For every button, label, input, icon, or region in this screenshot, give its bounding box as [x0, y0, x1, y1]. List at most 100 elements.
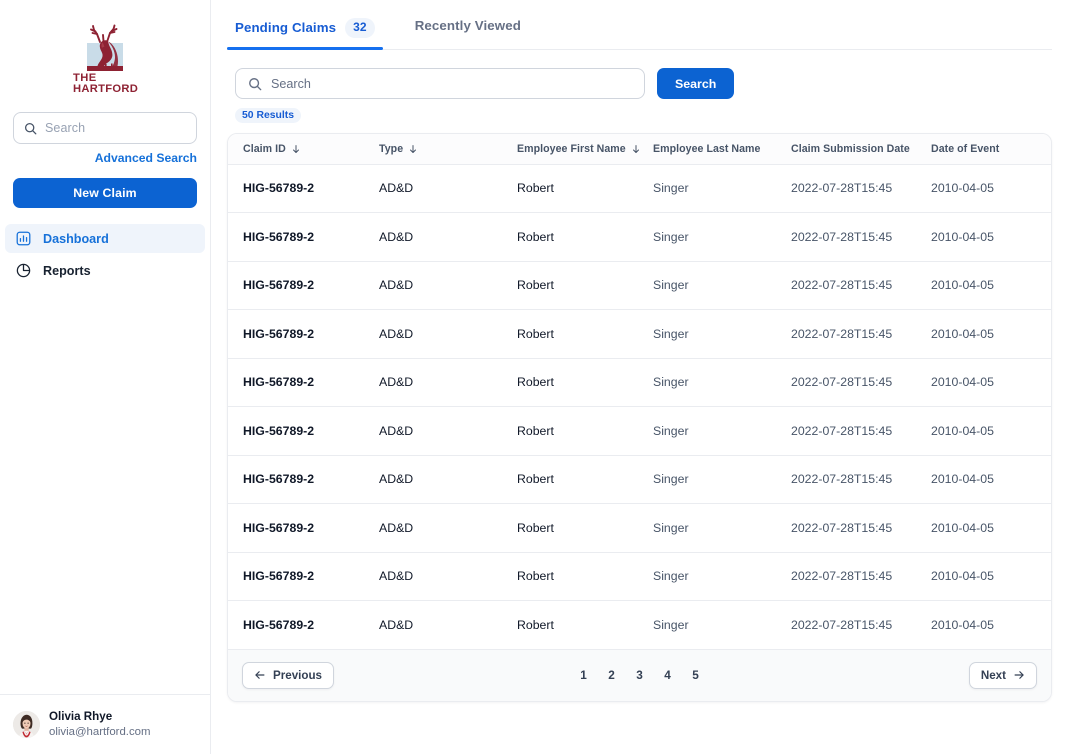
next-page-label: Next [980, 668, 1006, 682]
cell-claim-submission-date: 2022-07-28T15:45 [776, 212, 916, 262]
main-content: Pending Claims 32 Recently Viewed Search… [211, 0, 1077, 754]
cell-employee-first-name: Robert [502, 406, 638, 456]
cell-employee-last-name: Singer [638, 600, 776, 650]
cell-date-of-event: 2010-04-05 [916, 309, 1051, 359]
cell-claim-id: HIG-56789-2 [228, 261, 364, 310]
search-row: Search Search [227, 50, 1052, 99]
search-button[interactable]: Search [657, 68, 735, 99]
table-row[interactable]: HIG-56789-2 AD&D Robert Singer 2022-07-28T15… [228, 455, 1051, 504]
cell-type: AD&D [364, 164, 502, 213]
claims-table: Claim ID Type Employee First Name Employ… [228, 134, 1051, 650]
cell-employee-first-name: Robert [502, 261, 638, 310]
cell-employee-last-name: Singer [638, 503, 776, 553]
tab-recently-viewed[interactable]: Recently Viewed [407, 18, 529, 44]
table-row[interactable]: HIG-56789-2 AD&D Robert Singer 2022-07-28T15… [228, 261, 1051, 310]
cell-claim-id: HIG-56789-2 [228, 164, 364, 213]
table-row[interactable]: HIG-56789-2 AD&D Robert Singer 2022-07-28T15… [228, 212, 1051, 262]
cell-date-of-event: 2010-04-05 [916, 358, 1051, 407]
user-profile[interactable]: Olivia Rhye olivia@hartford.com [0, 693, 210, 754]
cell-type: AD&D [364, 261, 502, 310]
tab-bar: Pending Claims 32 Recently Viewed [227, 18, 1052, 50]
cell-claim-id: HIG-56789-2 [228, 503, 364, 553]
sort-arrow-down-icon[interactable] [631, 144, 641, 154]
bar-chart-icon [14, 230, 32, 248]
column-header-claim-submission-date[interactable]: Claim Submission Date [776, 134, 916, 165]
column-header-employee-last-name[interactable]: Employee Last Name [638, 134, 776, 165]
page-number-5[interactable]: 5 [688, 668, 703, 682]
column-header-date-of-event[interactable]: Date of Event [916, 134, 1051, 165]
sidebar-nav: Dashboard Reports [0, 224, 210, 285]
cell-employee-last-name: Singer [638, 552, 776, 601]
brand-logo: THE HARTFORD [0, 0, 210, 104]
table-row[interactable]: HIG-56789-2 AD&D Robert Singer 2022-07-28T15… [228, 600, 1051, 650]
cell-type: AD&D [364, 552, 502, 601]
cell-claim-id: HIG-56789-2 [228, 212, 364, 262]
cell-date-of-event: 2010-04-05 [916, 552, 1051, 601]
table-header: Claim ID Type Employee First Name Employ… [228, 134, 1051, 165]
cell-employee-first-name: Robert [502, 309, 638, 359]
column-header-claim-id[interactable]: Claim ID [228, 134, 364, 165]
user-profile-text: Olivia Rhye olivia@hartford.com [49, 709, 150, 740]
cell-claim-submission-date: 2022-07-28T15:45 [776, 406, 916, 456]
table-row[interactable]: HIG-56789-2 AD&D Robert Singer 2022-07-28T15… [228, 552, 1051, 601]
table-row[interactable]: HIG-56789-2 AD&D Robert Singer 2022-07-28T15… [228, 503, 1051, 553]
table-row[interactable]: HIG-56789-2 AD&D Robert Singer 2022-07-28T15… [228, 406, 1051, 456]
page-number-1[interactable]: 1 [576, 668, 591, 682]
page-number-3[interactable]: 3 [632, 668, 647, 682]
cell-employee-first-name: Robert [502, 552, 638, 601]
column-label-claim-submission-date: Claim Submission Date [791, 142, 910, 155]
cell-claim-submission-date: 2022-07-28T15:45 [776, 261, 916, 310]
cell-type: AD&D [364, 600, 502, 650]
sort-arrow-down-icon[interactable] [291, 144, 301, 154]
column-label-employee-last-name: Employee Last Name [653, 142, 761, 155]
tab-pending-claims[interactable]: Pending Claims 32 [227, 18, 383, 50]
cell-employee-last-name: Singer [638, 455, 776, 504]
table-row[interactable]: HIG-56789-2 AD&D Robert Singer 2022-07-28T15… [228, 358, 1051, 407]
cell-date-of-event: 2010-04-05 [916, 455, 1051, 504]
column-label-claim-id: Claim ID [243, 142, 286, 155]
table-row[interactable]: HIG-56789-2 AD&D Robert Singer 2022-07-28T15… [228, 164, 1051, 213]
sidebar-search-input[interactable]: Search [13, 112, 197, 144]
cell-date-of-event: 2010-04-05 [916, 212, 1051, 262]
tab-label-pending-claims: Pending Claims [235, 20, 337, 36]
cell-type: AD&D [364, 212, 502, 262]
cell-employee-last-name: Singer [638, 212, 776, 262]
column-label-employee-first-name: Employee First Name [517, 142, 626, 155]
results-count-badge: 50 Results [235, 108, 301, 123]
cell-claim-id: HIG-56789-2 [228, 309, 364, 359]
cell-employee-last-name: Singer [638, 164, 776, 213]
cell-employee-last-name: Singer [638, 406, 776, 456]
avatar [13, 710, 40, 738]
cell-claim-submission-date: 2022-07-28T15:45 [776, 455, 916, 504]
sort-arrow-down-icon[interactable] [408, 144, 418, 154]
sidebar-item-reports[interactable]: Reports [5, 256, 205, 285]
table-row[interactable]: HIG-56789-2 AD&D Robert Singer 2022-07-28T15… [228, 309, 1051, 359]
previous-page-label: Previous [273, 668, 322, 682]
sidebar-item-label-reports: Reports [43, 263, 91, 278]
cell-employee-first-name: Robert [502, 455, 638, 504]
cell-date-of-event: 2010-04-05 [916, 406, 1051, 456]
next-page-button[interactable]: Next [968, 661, 1037, 689]
logo-text-line2: HARTFORD [73, 83, 138, 94]
cell-employee-first-name: Robert [502, 358, 638, 407]
previous-page-button[interactable]: Previous [242, 661, 334, 689]
sidebar-item-dashboard[interactable]: Dashboard [5, 224, 205, 253]
cell-employee-last-name: Singer [638, 358, 776, 407]
cell-claim-id: HIG-56789-2 [228, 600, 364, 650]
cell-claim-id: HIG-56789-2 [228, 406, 364, 456]
page-number-4[interactable]: 4 [660, 668, 675, 682]
column-header-type[interactable]: Type [364, 134, 502, 165]
column-header-employee-first-name[interactable]: Employee First Name [502, 134, 641, 165]
cell-date-of-event: 2010-04-05 [916, 261, 1051, 310]
arrow-left-icon [254, 669, 266, 681]
page-number-2[interactable]: 2 [604, 668, 619, 682]
table-header-row: Claim ID Type Employee First Name Employ… [228, 134, 1051, 165]
advanced-search-link[interactable]: Advanced Search [0, 144, 210, 165]
cell-claim-id: HIG-56789-2 [228, 358, 364, 407]
search-input[interactable]: Search [235, 68, 645, 99]
cell-employee-last-name: Singer [638, 261, 776, 310]
pending-claims-count-badge: 32 [345, 18, 375, 38]
new-claim-button[interactable]: New Claim [13, 178, 197, 208]
search-icon [248, 77, 262, 91]
user-name: Olivia Rhye [49, 709, 113, 723]
